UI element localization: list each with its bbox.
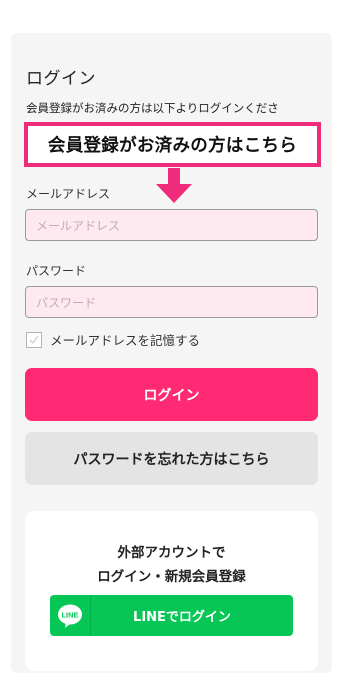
email-label: メールアドレス — [26, 187, 111, 201]
line-icon-text: LINE — [61, 610, 78, 619]
login-button[interactable]: ログイン — [25, 368, 318, 421]
remember-email-option[interactable]: メールアドレスを記憶する — [26, 330, 200, 349]
page-title: ログイン — [26, 69, 96, 89]
arrow-down-icon — [156, 168, 192, 203]
social-heading-line2: ログイン・新規会員登録 — [97, 569, 246, 585]
login-notice: 会員登録がお済みの方は以下よりログインくださ — [26, 101, 279, 115]
login-button-label: ログイン — [143, 387, 200, 404]
external-account-section: 外部アカウントで ログイン・新規会員登録 LINE LINEでログイン — [25, 511, 318, 671]
member-callout-banner: 会員登録がお済みの方はこちら — [24, 122, 321, 167]
callout-text: 会員登録がお済みの方はこちら — [47, 136, 298, 156]
password-label: パスワード — [26, 264, 87, 278]
remember-label: メールアドレスを記憶する — [50, 333, 201, 348]
password-placeholder: パスワード — [36, 295, 97, 310]
remember-checkbox[interactable] — [26, 331, 42, 348]
forgot-password-label: パスワードを忘れた方はこちら — [73, 451, 270, 468]
line-login-label: LINEでログイン — [133, 610, 231, 625]
social-heading-line1: 外部アカウントで — [117, 545, 226, 561]
forgot-password-button[interactable]: パスワードを忘れた方はこちら — [25, 432, 318, 485]
checkmark-icon — [29, 335, 39, 344]
line-login-button[interactable]: LINE LINEでログイン — [50, 595, 293, 636]
email-field[interactable]: メールアドレス — [25, 209, 318, 241]
password-field[interactable]: パスワード — [25, 286, 318, 318]
email-placeholder: メールアドレス — [36, 218, 121, 233]
line-logo-icon: LINE — [50, 595, 91, 636]
